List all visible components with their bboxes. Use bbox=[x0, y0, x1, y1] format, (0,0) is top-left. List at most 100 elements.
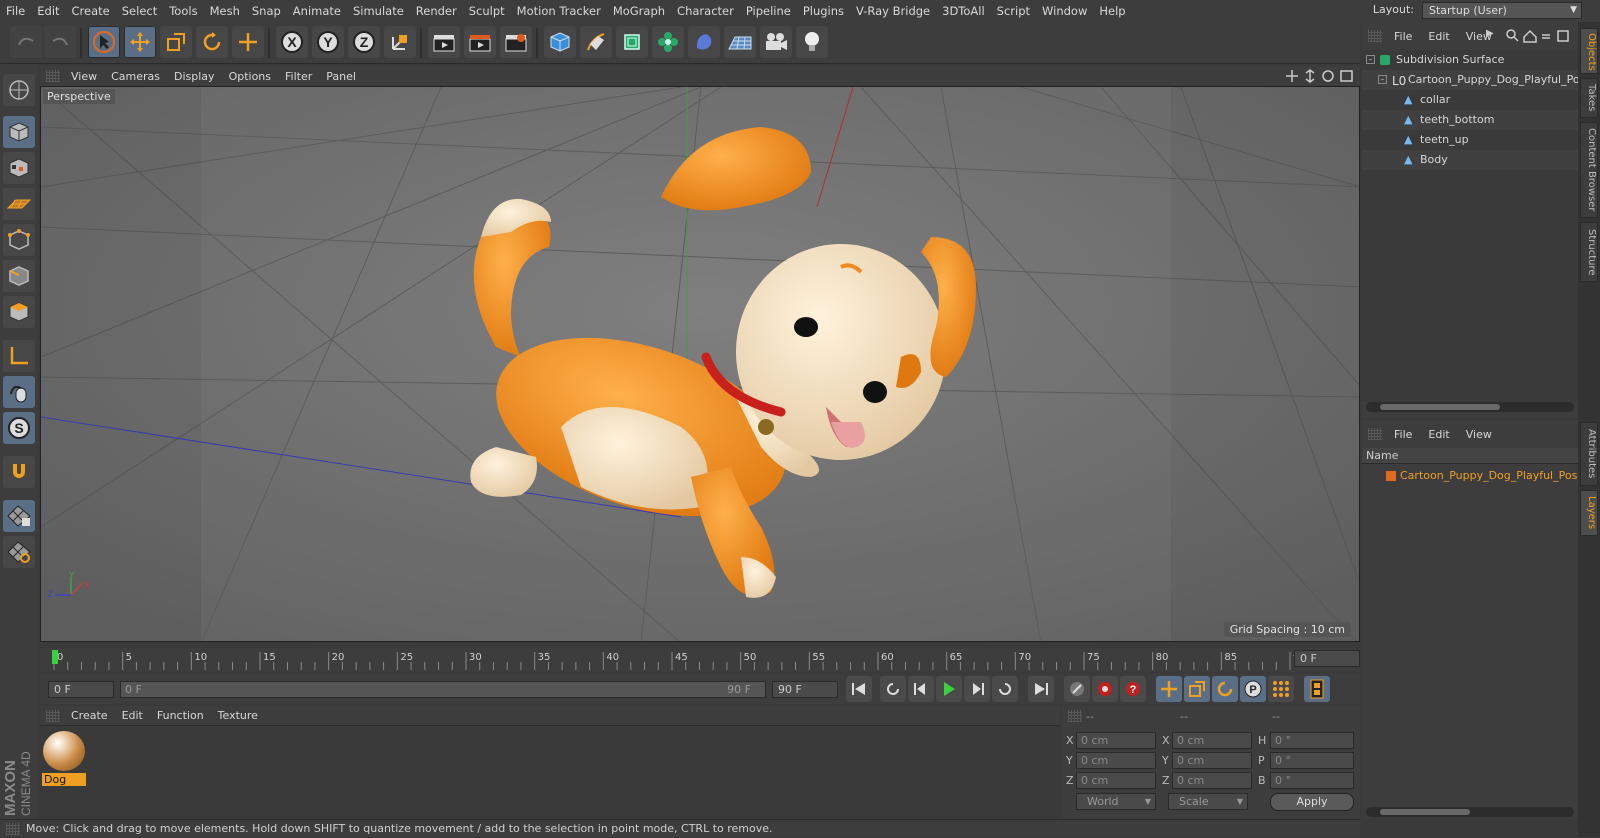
render-picture-viewer-button[interactable] bbox=[464, 26, 496, 58]
viewport-menu-display[interactable]: Display bbox=[167, 70, 222, 83]
magnet-button[interactable] bbox=[3, 456, 35, 488]
go-to-start-button[interactable] bbox=[846, 676, 872, 702]
menu-select[interactable]: Select bbox=[116, 4, 163, 18]
tab-takes[interactable]: Takes bbox=[1580, 78, 1598, 118]
transform-tool-button[interactable] bbox=[232, 26, 264, 58]
chevron-right-icon[interactable]: ▶ bbox=[1486, 28, 1494, 39]
add-subdivision-button[interactable] bbox=[616, 26, 648, 58]
go-to-end-button[interactable] bbox=[1028, 676, 1054, 702]
menu-3dtoall[interactable]: 3DToAll bbox=[936, 4, 991, 18]
points-mode-button[interactable] bbox=[3, 224, 35, 256]
scale-tool-button[interactable] bbox=[160, 26, 192, 58]
model-mode-button[interactable] bbox=[3, 116, 35, 148]
material-manager[interactable]: Dog bbox=[40, 727, 1060, 819]
viewport-menu-options[interactable]: Options bbox=[222, 70, 278, 83]
viewport-navigation-icons[interactable] bbox=[1286, 69, 1354, 83]
menu-vray-bridge[interactable]: V-Ray Bridge bbox=[850, 4, 936, 18]
tab-objects[interactable]: Objects bbox=[1580, 28, 1598, 74]
timeline-ticks[interactable]: 051015202530354045505560657075808590 bbox=[50, 648, 1306, 672]
object-tree[interactable]: – Subdivision Surface – L0 Cartoon_Puppy… bbox=[1362, 50, 1578, 402]
record-position-button[interactable] bbox=[1156, 676, 1182, 702]
add-deformer-button[interactable] bbox=[688, 26, 720, 58]
move-tool-button[interactable] bbox=[124, 26, 156, 58]
menu-render[interactable]: Render bbox=[410, 4, 463, 18]
panel-grip-icon[interactable] bbox=[46, 70, 60, 82]
object-manager-icons[interactable] bbox=[1506, 29, 1576, 43]
menu-pipeline[interactable]: Pipeline bbox=[740, 4, 797, 18]
tree-item-teeth-bottom[interactable]: ▲ teeth_bottom bbox=[1362, 110, 1578, 130]
render-view-button[interactable] bbox=[428, 26, 460, 58]
next-frame-button[interactable] bbox=[964, 676, 990, 702]
add-spline-pen-button[interactable] bbox=[580, 26, 612, 58]
previous-frame-button[interactable] bbox=[908, 676, 934, 702]
live-selection-button[interactable] bbox=[88, 26, 120, 58]
tree-item-subdivision-surface[interactable]: – Subdivision Surface bbox=[1362, 50, 1578, 70]
record-parameter-button[interactable]: P bbox=[1240, 676, 1266, 702]
size-x-field[interactable]: 0 cm bbox=[1172, 732, 1252, 749]
menu-simulate[interactable]: Simulate bbox=[347, 4, 410, 18]
rot-b-field[interactable]: 0 ° bbox=[1270, 772, 1354, 789]
lock-workplane-button[interactable] bbox=[3, 500, 35, 532]
undo-button[interactable] bbox=[10, 26, 42, 58]
menu-mesh[interactable]: Mesh bbox=[204, 4, 246, 18]
menu-plugins[interactable]: Plugins bbox=[797, 4, 850, 18]
polygons-mode-button[interactable] bbox=[3, 296, 35, 328]
material-menu-edit[interactable]: Edit bbox=[115, 709, 150, 722]
material-swatch-dog[interactable]: Dog bbox=[42, 731, 86, 787]
tab-structure[interactable]: Structure bbox=[1580, 222, 1598, 282]
add-camera-button[interactable] bbox=[760, 26, 792, 58]
timeline-window-button[interactable] bbox=[1304, 676, 1330, 702]
tree-item-cartoon-puppy[interactable]: – L0 Cartoon_Puppy_Dog_Playful_Pose bbox=[1362, 70, 1578, 90]
menu-file[interactable]: File bbox=[0, 4, 31, 18]
record-keys-button[interactable] bbox=[1064, 676, 1090, 702]
record-point-level-button[interactable] bbox=[1268, 676, 1294, 702]
tree-item-collar[interactable]: ▲ collar bbox=[1362, 90, 1578, 110]
layers-menu-view[interactable]: View bbox=[1458, 428, 1500, 441]
pos-y-field[interactable]: 0 cm bbox=[1076, 752, 1156, 769]
object-manager-scrollbar[interactable] bbox=[1366, 402, 1574, 412]
menu-tools[interactable]: Tools bbox=[163, 4, 203, 18]
apply-button[interactable]: Apply bbox=[1270, 793, 1354, 811]
menu-character[interactable]: Character bbox=[671, 4, 740, 18]
viewport-menu-view[interactable]: View bbox=[64, 70, 104, 83]
objects-menu-edit[interactable]: Edit bbox=[1420, 30, 1457, 43]
y-axis-lock-button[interactable]: Y bbox=[312, 26, 344, 58]
coordinate-space-select[interactable]: World ▼ bbox=[1076, 793, 1156, 810]
edges-mode-button[interactable] bbox=[3, 260, 35, 292]
menu-motion-tracker[interactable]: Motion Tracker bbox=[511, 4, 607, 18]
menu-sculpt[interactable]: Sculpt bbox=[463, 4, 511, 18]
size-z-field[interactable]: 0 cm bbox=[1172, 772, 1252, 789]
layer-manager-scrollbar[interactable] bbox=[1366, 807, 1574, 817]
frame-range-slider[interactable]: 0 F 90 F bbox=[120, 681, 766, 698]
render-settings-button[interactable] bbox=[500, 26, 532, 58]
add-floor-button[interactable] bbox=[724, 26, 756, 58]
keyframe-selection-button[interactable]: ? bbox=[1120, 676, 1146, 702]
autokey-button[interactable] bbox=[1092, 676, 1118, 702]
menu-script[interactable]: Script bbox=[991, 4, 1036, 18]
viewport-menu-panel[interactable]: Panel bbox=[319, 70, 363, 83]
record-scale-button[interactable] bbox=[1184, 676, 1210, 702]
panel-grip-icon[interactable] bbox=[1368, 428, 1382, 440]
add-cube-button[interactable] bbox=[544, 26, 576, 58]
tweak-mode-button[interactable] bbox=[3, 376, 35, 408]
x-axis-lock-button[interactable]: X bbox=[276, 26, 308, 58]
current-frame-field[interactable]: 0 F bbox=[1294, 650, 1360, 667]
menu-help[interactable]: Help bbox=[1093, 4, 1131, 18]
layer-row[interactable]: Cartoon_Puppy_Dog_Playful_Pose bbox=[1362, 466, 1578, 486]
rotate-tool-button[interactable] bbox=[196, 26, 228, 58]
redo-button[interactable] bbox=[44, 26, 76, 58]
tree-item-teeth-up[interactable]: ▲ teetn_up bbox=[1362, 130, 1578, 150]
add-cloner-button[interactable] bbox=[652, 26, 684, 58]
axis-mode-button[interactable] bbox=[3, 340, 35, 372]
z-axis-lock-button[interactable]: Z bbox=[348, 26, 380, 58]
rot-p-field[interactable]: 0 ° bbox=[1270, 752, 1354, 769]
collapse-toggle-icon[interactable]: – bbox=[1378, 75, 1387, 84]
viewport-camera-label[interactable]: Perspective bbox=[43, 89, 115, 104]
pos-z-field[interactable]: 0 cm bbox=[1076, 772, 1156, 789]
make-editable-button[interactable] bbox=[3, 74, 35, 106]
texture-mode-button[interactable] bbox=[3, 152, 35, 184]
material-menu-texture[interactable]: Texture bbox=[211, 709, 265, 722]
tree-item-body[interactable]: ▲ Body bbox=[1362, 150, 1578, 170]
start-frame-field[interactable]: 0 F bbox=[48, 681, 114, 698]
perspective-viewport[interactable]: Perspective Y X Z Grid Spacing : 10 cm bbox=[40, 86, 1360, 642]
